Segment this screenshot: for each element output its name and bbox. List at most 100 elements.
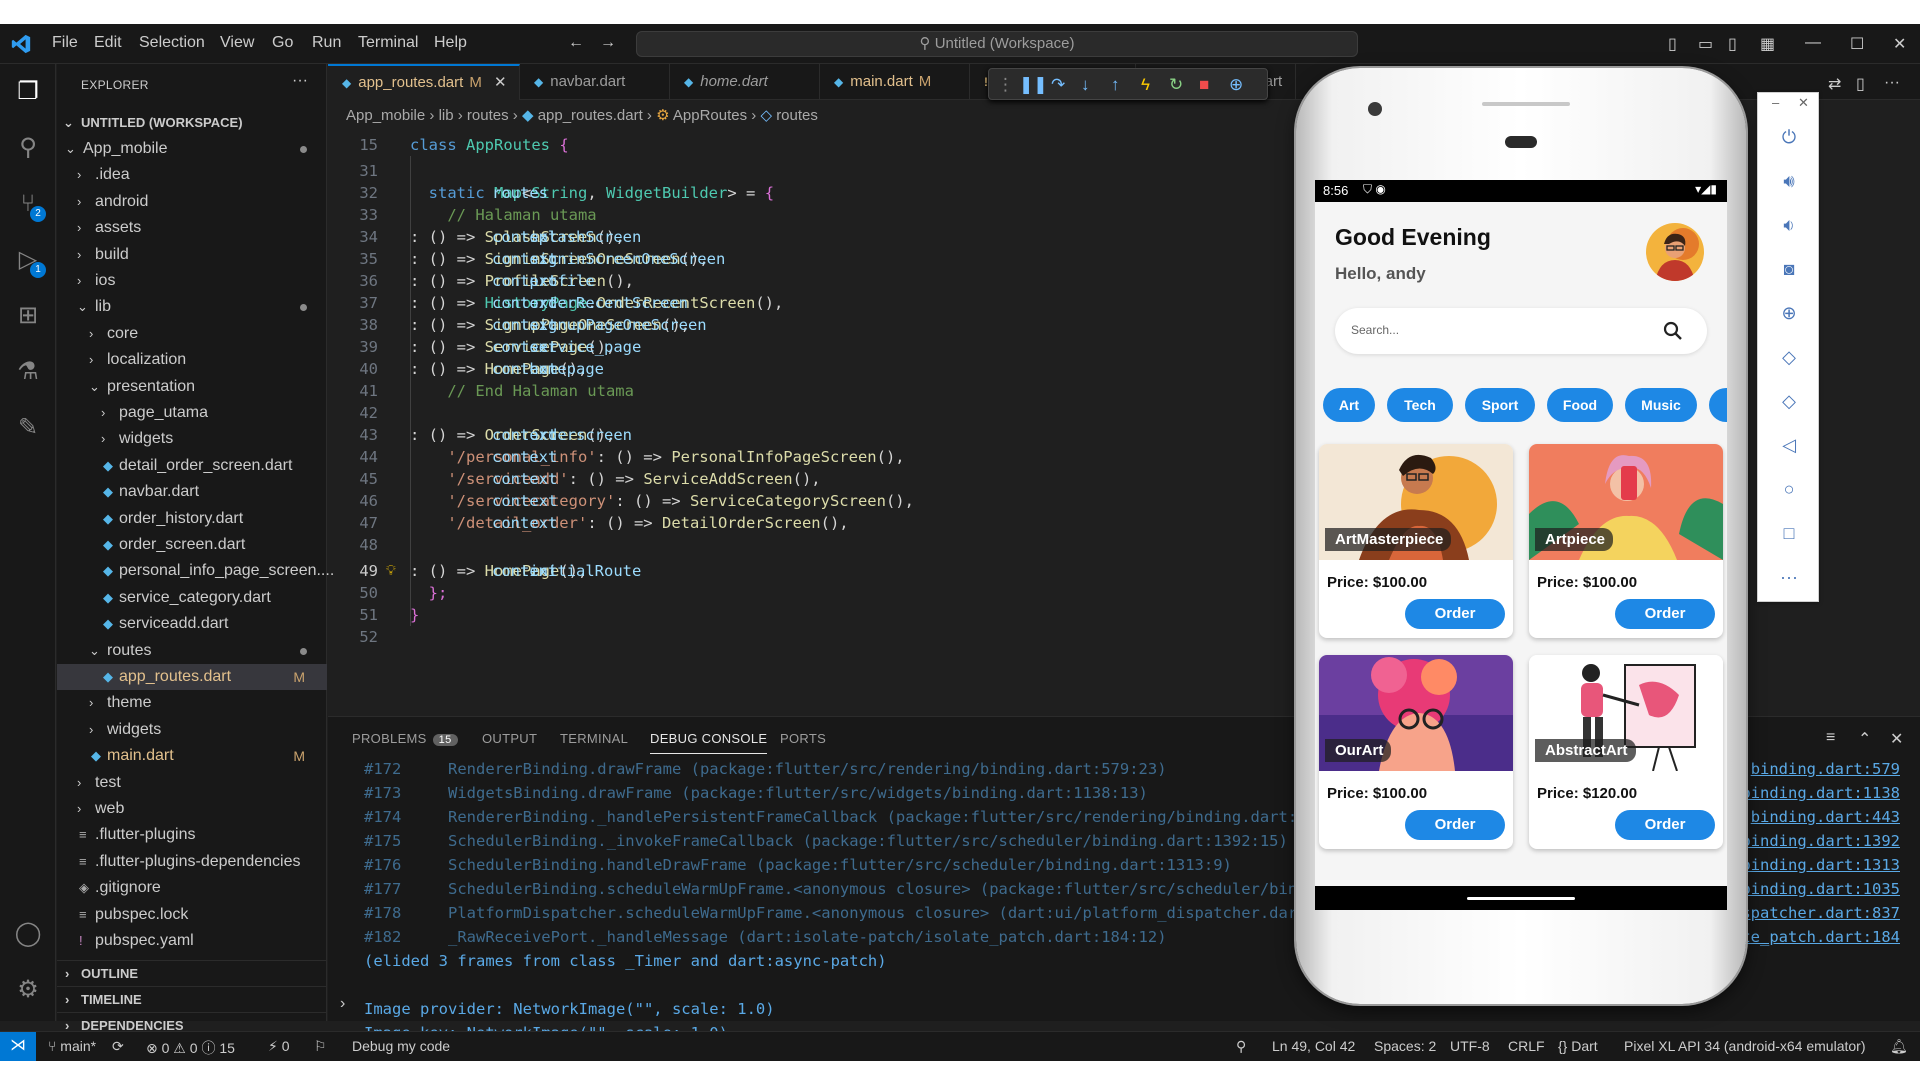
back-arrow-icon[interactable]: ← <box>568 34 584 52</box>
minimize-icon[interactable]: — <box>1805 34 1821 52</box>
home-icon[interactable]: ○ <box>1777 477 1801 501</box>
testing-icon[interactable]: ⚗ <box>12 356 44 388</box>
avatar[interactable] <box>1645 222 1705 282</box>
close-panel-icon[interactable]: ✕ <box>1890 729 1903 749</box>
camera-icon[interactable]: ◙ <box>1777 257 1801 281</box>
split-editor-icon[interactable]: ▯ <box>1856 74 1865 94</box>
ports-status[interactable]: ⚡ 0 <box>268 1038 290 1055</box>
tree-item[interactable]: › android <box>57 189 327 215</box>
source-link[interactable]: binding.dart:1138 <box>1741 781 1900 805</box>
tree-item[interactable]: ⌄ App_mobile <box>57 136 327 162</box>
tree-item[interactable]: ≡ .flutter-plugins <box>57 822 327 848</box>
order-button[interactable]: Order <box>1615 599 1715 629</box>
console-input-chevron-icon[interactable]: › <box>340 995 345 1013</box>
hot-reload-icon[interactable]: ϟ <box>1141 75 1150 95</box>
zoom-icon[interactable]: ⚲ <box>1236 1038 1246 1055</box>
menu-edit[interactable]: Edit <box>94 34 122 52</box>
zoom-icon[interactable]: ⊕ <box>1777 301 1801 325</box>
tree-item[interactable]: ≡ .flutter-plugins-dependencies <box>57 849 327 875</box>
breadcrumb-item[interactable]: routes <box>467 107 509 124</box>
tree-item[interactable]: ◆ navbar.dart <box>57 479 327 505</box>
tab-debug-console[interactable]: DEBUG CONSOLE <box>650 731 768 754</box>
order-button[interactable]: Order <box>1405 810 1505 840</box>
tree-item[interactable]: ◆ service_category.dart <box>57 585 327 611</box>
tree-item[interactable]: › build <box>57 242 327 268</box>
category-chip-art[interactable]: Art <box>1323 388 1375 422</box>
remote-icon[interactable]: ⋊ <box>0 1032 36 1061</box>
category-chip-music[interactable]: Music <box>1625 388 1697 422</box>
pause-icon[interactable]: ❚❚ <box>1019 75 1048 95</box>
tree-item[interactable]: ◆ personal_info_page_screen.... <box>57 558 334 584</box>
breadcrumb-item[interactable]: app_routes.dart <box>538 107 643 124</box>
tab-output[interactable]: OUTPUT <box>482 731 537 746</box>
volume-up-icon[interactable]: 🔊︎ <box>1777 169 1801 193</box>
tab-ports[interactable]: PORTS <box>780 731 826 746</box>
power-icon[interactable]: ⏻ <box>1777 125 1801 149</box>
source-link[interactable]: binding.dart:1035 <box>1741 877 1900 901</box>
breadcrumb-item[interactable]: AppRoutes <box>673 107 747 124</box>
source-control-icon[interactable]: ⑂ 2 <box>12 188 46 222</box>
tree-item[interactable]: › theme <box>57 690 327 716</box>
tree-item[interactable]: › assets <box>57 215 327 241</box>
line-endings[interactable]: CRLF <box>1508 1038 1545 1054</box>
device-selector[interactable]: Pixel XL API 34 (android-x64 emulator) <box>1624 1038 1866 1054</box>
tree-item[interactable]: ⌄ presentation <box>57 374 327 400</box>
phone-screen[interactable]: 8:56 ⛉ ◉ ▾◢▮ Good Evening Hello, andy Se… <box>1315 180 1727 910</box>
step-into-icon[interactable]: ↓ <box>1081 75 1090 95</box>
layout-icon[interactable]: ▦ <box>1760 34 1775 54</box>
toggle-sidebar-icon[interactable]: ▯ <box>1668 34 1677 54</box>
branch-status[interactable]: ⑂ main* <box>48 1038 96 1054</box>
art-card[interactable]: OurArt Price: $100.00 Order <box>1319 655 1513 849</box>
step-out-icon[interactable]: ↑ <box>1111 75 1120 95</box>
tree-item[interactable]: › widgets <box>57 717 327 743</box>
source-link[interactable]: binding.dart:579 <box>1751 757 1900 781</box>
rotate-left-icon[interactable]: ◇ <box>1777 345 1801 369</box>
category-chip-more[interactable] <box>1709 388 1727 422</box>
art-card[interactable]: ArtMasterpiece Price: $100.00 Order <box>1319 444 1513 638</box>
tree-item[interactable]: › localization <box>57 347 327 373</box>
toggle-secondary-sidebar-icon[interactable]: ▯ <box>1728 34 1737 54</box>
editor-tab[interactable]: ◆ navbar.dart <box>520 64 670 100</box>
search-icon[interactable]: ⚲ <box>12 132 44 164</box>
lightbulb-icon[interactable]: 💡︎ <box>386 560 396 582</box>
order-button[interactable]: Order <box>1615 810 1715 840</box>
category-chip-tech[interactable]: Tech <box>1387 388 1453 422</box>
workspace-header[interactable]: ⌄ UNTITLED (WORKSPACE) <box>57 110 327 136</box>
home-indicator[interactable] <box>1467 897 1575 900</box>
tree-item[interactable]: ◆ detail_order_screen.dart <box>57 453 327 479</box>
tree-item[interactable]: ! pubspec.yaml <box>57 928 327 954</box>
tree-item[interactable]: › page_utama <box>57 400 327 426</box>
indentation[interactable]: Spaces: 2 <box>1374 1038 1436 1054</box>
timeline-section[interactable]: › TIMELINE <box>57 986 327 1012</box>
compare-icon[interactable]: ⇄ <box>1828 74 1841 94</box>
category-chip-food[interactable]: Food <box>1547 388 1613 422</box>
breadcrumb-item[interactable]: routes <box>776 107 818 124</box>
source-link[interactable]: ate_patch.dart:184 <box>1732 925 1900 949</box>
toggle-panel-icon[interactable]: ▭ <box>1698 34 1713 54</box>
volume-down-icon[interactable]: 🔉︎ <box>1777 213 1801 237</box>
source-link[interactable]: binding.dart:1392 <box>1741 829 1900 853</box>
art-card[interactable]: Artpiece Price: $100.00 Order <box>1529 444 1723 638</box>
minimize-icon[interactable]: – <box>1772 95 1779 110</box>
tab-problems[interactable]: PROBLEMS 15 <box>352 731 458 746</box>
command-center[interactable]: ⚲ Untitled (Workspace) <box>636 31 1358 57</box>
notifications-bell-icon[interactable]: 🔔︎ <box>1890 1038 1908 1055</box>
tree-item[interactable]: › .idea <box>57 162 327 188</box>
run-debug-icon[interactable]: ▷ 1 <box>12 244 46 278</box>
tree-item[interactable]: ≡ pubspec.lock <box>57 902 327 928</box>
flutter-icon[interactable]: ✎ <box>12 412 44 444</box>
problems-status[interactable]: ⊗ 0 ⚠ 0 ⓘ 15 <box>146 1038 235 1058</box>
menu-file[interactable]: File <box>52 34 78 52</box>
explorer-icon[interactable]: ❐ <box>12 76 44 108</box>
close-tab-icon[interactable]: ✕ <box>490 74 507 91</box>
code-editor[interactable]: 15 class AppRoutes {31 32 static Map<Strin… <box>328 134 1292 704</box>
menu-selection[interactable]: Selection <box>139 34 205 52</box>
accounts-icon[interactable]: ◯ <box>12 918 44 950</box>
forward-arrow-icon[interactable]: → <box>600 34 616 52</box>
debug-config[interactable]: Debug my code <box>352 1038 450 1054</box>
settings-gear-icon[interactable]: ⚙ <box>12 974 44 1006</box>
maximize-icon[interactable]: ☐ <box>1850 34 1864 54</box>
search-icon[interactable] <box>1663 321 1683 341</box>
tree-item[interactable]: ⌄ lib <box>57 294 327 320</box>
search-bar[interactable]: Search... <box>1335 308 1707 354</box>
